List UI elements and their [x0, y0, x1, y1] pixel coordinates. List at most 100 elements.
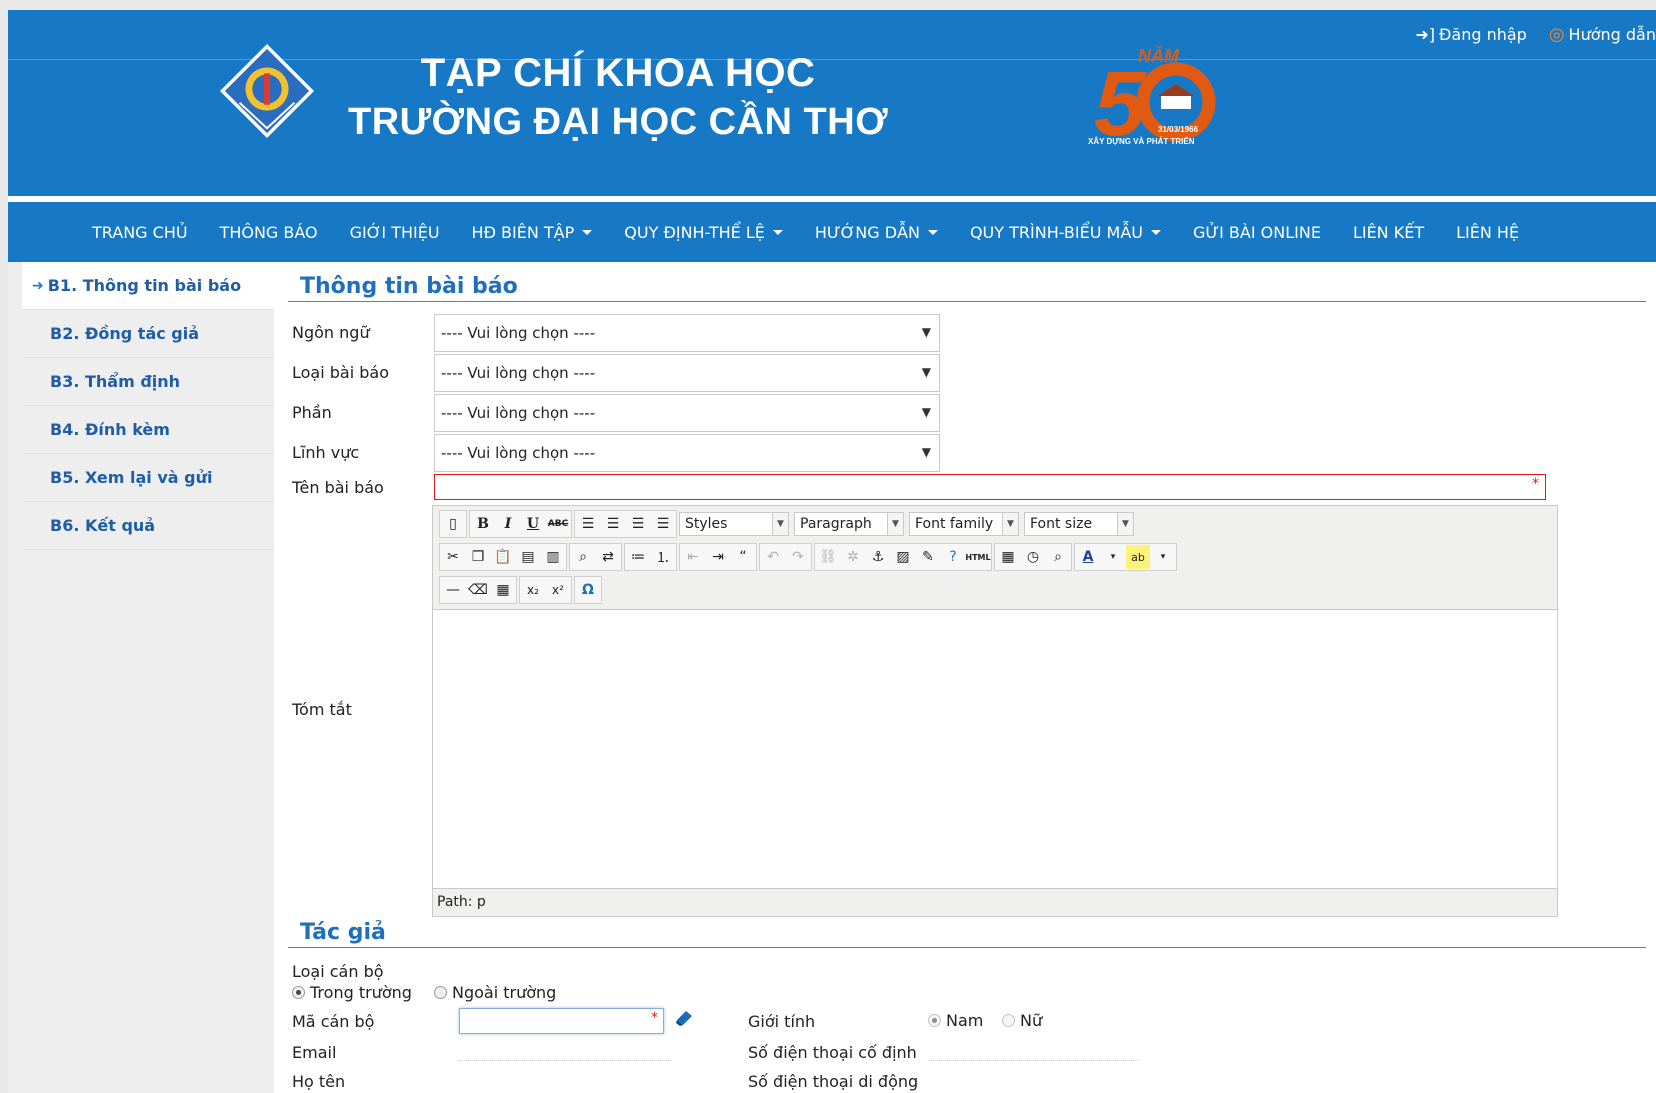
undo-icon[interactable]: ↶ — [761, 545, 785, 569]
dropdown-arrow-icon: ▼ — [772, 513, 788, 535]
staff-type-internal-radio[interactable]: Trong trường — [292, 983, 412, 1002]
align-justify-icon[interactable]: ☰ — [651, 512, 675, 536]
email-field[interactable] — [459, 1060, 671, 1061]
nav-item-3[interactable]: HĐ BIÊN TẬP — [456, 223, 609, 242]
staff-type-external-radio[interactable]: Ngoài trường — [434, 983, 556, 1002]
copy-icon[interactable]: ❐ — [466, 545, 490, 569]
new-document-icon[interactable]: ▯ — [441, 512, 465, 536]
nav-item-7[interactable]: GỬI BÀI ONLINE — [1177, 223, 1337, 242]
highlight-color-icon[interactable]: ab — [1126, 545, 1150, 569]
nav-item-label: LIÊN KẾT — [1352, 222, 1425, 242]
remove-format-icon[interactable]: ⌫ — [466, 578, 490, 602]
blockquote-icon[interactable]: “ — [731, 545, 755, 569]
nav-item-2[interactable]: GIỚI THIỆU — [334, 223, 456, 242]
arrow-right-icon: ➜ — [32, 277, 44, 294]
nav-item-9[interactable]: LIÊN HỆ — [1440, 223, 1535, 242]
nav-item-0[interactable]: TRANG CHỦ — [76, 223, 204, 242]
nav-item-label: GỬI BÀI ONLINE — [1193, 222, 1321, 242]
indent-icon[interactable]: ⇥ — [706, 545, 730, 569]
radio-checked — [928, 1014, 941, 1027]
login-label: Đăng nhập — [1439, 25, 1527, 44]
font-family-select[interactable]: Font family ▼ — [909, 512, 1019, 536]
html-source-icon[interactable]: HTML — [965, 545, 990, 569]
editor-toolbar-row-3: — ⌫ ▦ x₂ x² Ω — [439, 575, 602, 605]
nav-item-5[interactable]: HƯỚNG DẪN — [799, 223, 954, 242]
dropdown-arrow-icon: ▼ — [921, 445, 931, 459]
article-title-input[interactable] — [434, 474, 1546, 500]
nav-item-label: LIÊN HỆ — [1456, 222, 1520, 242]
step-sidebar: ➜ B1. Thông tin bài báo B2. Đồng tác giả… — [8, 262, 274, 1093]
gender-male-radio[interactable]: Nam — [928, 1011, 983, 1030]
subscript-icon[interactable]: x₂ — [521, 578, 545, 602]
cleanup-icon[interactable]: ✎ — [916, 545, 940, 569]
redo-icon[interactable]: ↷ — [786, 545, 810, 569]
insert-time-icon[interactable]: ◷ — [1021, 545, 1045, 569]
align-left-icon[interactable]: ☰ — [576, 512, 600, 536]
align-right-icon[interactable]: ☰ — [626, 512, 650, 536]
login-link[interactable]: ➜] Đăng nhập — [1415, 24, 1526, 45]
horizontal-rule-icon[interactable]: — — [441, 578, 465, 602]
language-select[interactable]: ---- Vui lòng chọn ---- ▼ — [434, 314, 940, 352]
sidebar-item-b2[interactable]: B2. Đồng tác giả — [22, 310, 274, 358]
dropdown-arrow-icon: ▼ — [1002, 513, 1018, 535]
text-color-icon[interactable]: A — [1076, 545, 1100, 569]
article-type-select[interactable]: ---- Vui lòng chọn ---- ▼ — [434, 354, 940, 392]
find-icon[interactable]: ⌕ — [571, 545, 595, 569]
sidebar-item-b5[interactable]: B5. Xem lại và gửi — [22, 454, 274, 502]
language-select-value: ---- Vui lòng chọn ---- — [441, 324, 596, 342]
special-char-icon[interactable]: Ω — [576, 578, 600, 602]
bullet-list-icon[interactable]: ≔ — [626, 545, 650, 569]
link-icon[interactable]: ⛓ — [816, 545, 840, 569]
university-logo — [219, 43, 315, 139]
unlink-icon[interactable]: ✲ — [841, 545, 865, 569]
paste-text-icon[interactable]: ▤ — [516, 545, 540, 569]
image-icon[interactable]: ▨ — [891, 545, 915, 569]
nav-item-1[interactable]: THÔNG BÁO — [204, 223, 334, 242]
nav-item-6[interactable]: QUY TRÌNH-BIỂU MẪU — [954, 223, 1177, 242]
part-select[interactable]: ---- Vui lòng chọn ---- ▼ — [434, 394, 940, 432]
gender-female-radio[interactable]: Nữ — [1002, 1011, 1042, 1030]
staff-code-input[interactable] — [459, 1008, 664, 1034]
replace-icon[interactable]: ⇄ — [596, 545, 620, 569]
nav-item-8[interactable]: LIÊN KẾT — [1337, 223, 1440, 242]
align-center-icon[interactable]: ☰ — [601, 512, 625, 536]
nav-item-4[interactable]: QUY ĐỊNH-THỂ LỆ — [608, 223, 799, 242]
italic-button[interactable]: I — [496, 512, 520, 536]
eraser-icon[interactable] — [674, 1008, 694, 1028]
styles-select-label: Styles — [685, 516, 728, 532]
dropdown-arrow-icon: ▼ — [921, 325, 931, 339]
caret-down-icon — [772, 229, 783, 235]
sidebar-item-b1[interactable]: ➜ B1. Thông tin bài báo — [22, 262, 274, 310]
outdent-icon[interactable]: ⇤ — [681, 545, 705, 569]
paste-icon[interactable]: 📋 — [491, 545, 515, 569]
bold-button[interactable]: B — [471, 512, 495, 536]
radio-checked — [292, 986, 305, 999]
radio-unchecked — [434, 986, 447, 999]
field-select[interactable]: ---- Vui lòng chọn ---- ▼ — [434, 434, 940, 472]
sidebar-item-b6[interactable]: B6. Kết quả — [22, 502, 274, 550]
strikethrough-button[interactable]: ABC — [546, 512, 570, 536]
underline-button[interactable]: U — [521, 512, 545, 536]
font-family-select-label: Font family — [915, 516, 994, 532]
editor-content-area[interactable] — [433, 609, 1557, 889]
gender-label: Giới tính — [748, 1012, 816, 1031]
anchor-icon[interactable]: ⚓ — [866, 545, 890, 569]
help-icon[interactable]: ? — [941, 545, 965, 569]
highlight-color-dropdown-icon[interactable]: ▾ — [1151, 545, 1175, 569]
cut-icon[interactable]: ✂ — [441, 545, 465, 569]
guide-link[interactable]: ◎ Hướng dẫn — [1549, 24, 1656, 45]
numbered-list-icon[interactable]: ⒈ — [651, 545, 675, 569]
preview-icon[interactable]: ⌕ — [1046, 545, 1070, 569]
paragraph-select[interactable]: Paragraph ▼ — [794, 512, 904, 536]
landline-field[interactable] — [928, 1060, 1140, 1061]
insert-date-icon[interactable]: ▦ — [996, 545, 1020, 569]
superscript-icon[interactable]: x² — [546, 578, 570, 602]
sidebar-item-b4[interactable]: B4. Đính kèm — [22, 406, 274, 454]
sidebar-item-b3[interactable]: B3. Thẩm định — [22, 358, 274, 406]
styles-select[interactable]: Styles ▼ — [679, 512, 789, 536]
table-icon[interactable]: ▦ — [491, 578, 515, 602]
font-size-select[interactable]: Font size ▼ — [1024, 512, 1134, 536]
text-color-dropdown-icon[interactable]: ▾ — [1101, 545, 1125, 569]
landline-label: Số điện thoại cố định — [748, 1043, 917, 1062]
paste-word-icon[interactable]: ▥ — [541, 545, 565, 569]
